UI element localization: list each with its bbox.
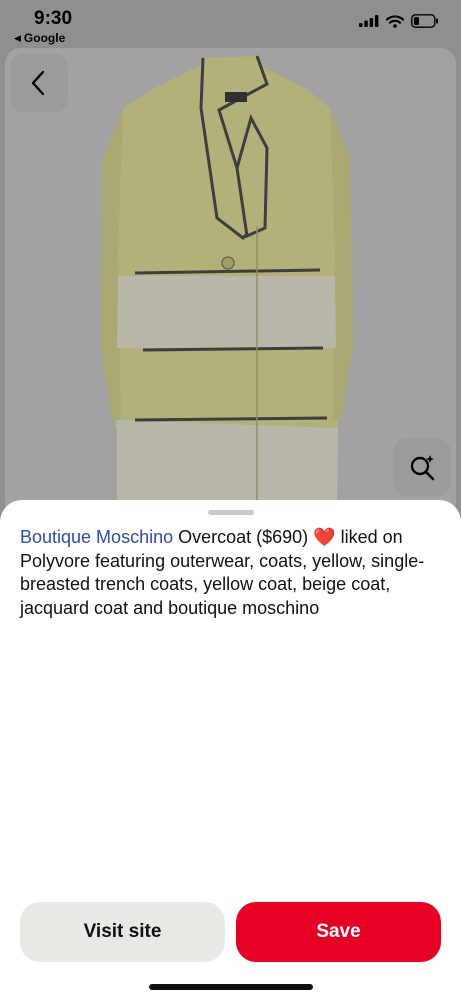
chevron-left-icon: [31, 70, 45, 96]
back-app-label: Google: [23, 31, 66, 45]
pin-closeup-screen: 9:30 ◀ Google Boutique Moschino Overcoat…: [0, 0, 461, 1000]
save-button[interactable]: Save: [236, 902, 441, 962]
home-indicator: [149, 984, 313, 990]
pin-image[interactable]: [5, 48, 456, 518]
visual-search-icon: [410, 455, 435, 481]
pin-title: Overcoat ($690): [173, 527, 314, 547]
pin-details-sheet: Boutique Moschino Overcoat ($690) ❤️ lik…: [0, 500, 461, 1000]
status-bar: 9:30 ◀ Google: [0, 0, 461, 48]
pin-description: Boutique Moschino Overcoat ($690) ❤️ lik…: [20, 526, 440, 620]
brand-link[interactable]: Boutique Moschino: [20, 527, 173, 547]
back-to-app-link[interactable]: ◀ Google: [14, 31, 65, 45]
status-time: 9:30: [34, 8, 73, 29]
wifi-icon: [386, 14, 404, 28]
coat-image: [5, 48, 456, 518]
visit-site-button[interactable]: Visit site: [20, 902, 225, 962]
sheet-grabber[interactable]: [208, 510, 254, 515]
action-bar: Visit site Save: [20, 902, 441, 962]
signal-icon: [359, 15, 379, 27]
pin-image-area: [0, 0, 461, 520]
visual-search-button[interactable]: [393, 438, 451, 496]
battery-icon: [411, 14, 438, 28]
status-icons: [359, 14, 439, 28]
heart-emoji: ❤️: [313, 527, 336, 547]
back-triangle-icon: ◀: [14, 32, 21, 43]
back-button[interactable]: [10, 54, 68, 112]
